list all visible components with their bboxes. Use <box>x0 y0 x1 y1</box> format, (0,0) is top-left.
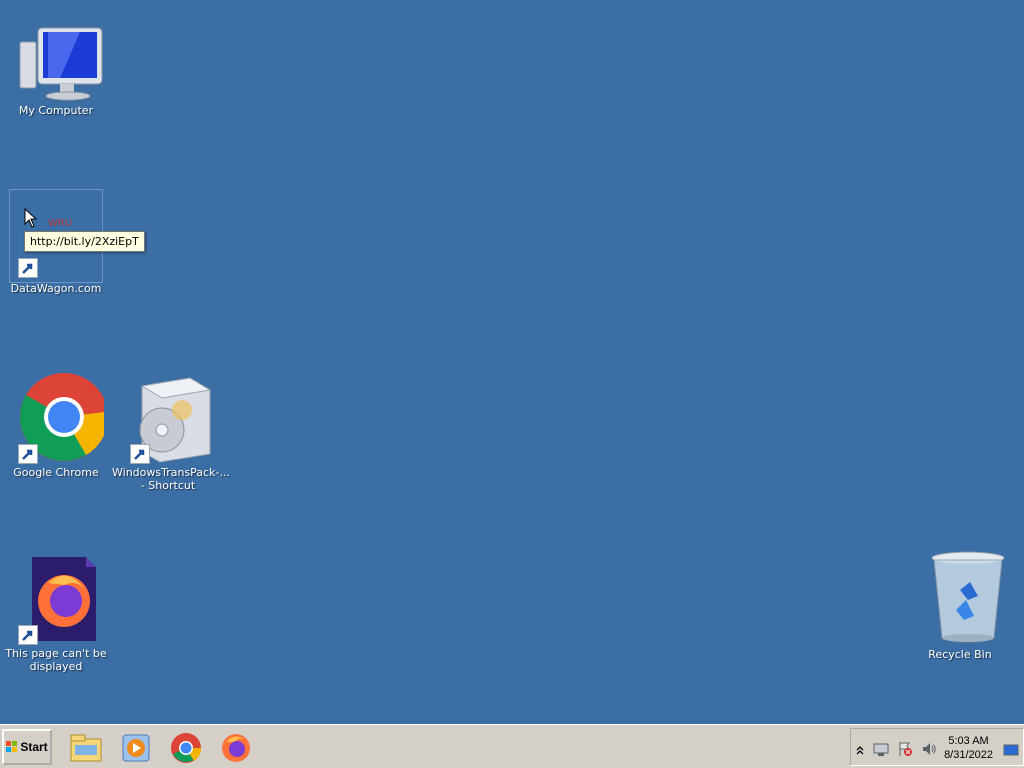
shortcut-arrow-icon <box>18 625 38 645</box>
icon-label-recycle-bin: Recycle Bin <box>928 648 992 661</box>
taskbar-firefox-button[interactable] <box>216 729 256 767</box>
desktop[interactable]: My Computer WRU DataWagon.com Google Chr… <box>0 0 1024 724</box>
desktop-icon-windowstranspack[interactable]: WindowsTransPack-... - Shortcut <box>112 372 230 492</box>
desktop-icon-recycle-bin[interactable]: Recycle Bin <box>904 550 1016 661</box>
icon-label-windowstranspack: WindowsTransPack-... - Shortcut <box>112 466 230 492</box>
svg-text:WRU: WRU <box>48 218 72 229</box>
desktop-icon-firefox-page[interactable]: This page can't be displayed <box>0 555 112 673</box>
taskbar: Start 5:03 AM 8/31/2022 <box>0 724 1024 768</box>
volume-icon[interactable] <box>921 741 937 757</box>
desktop-icon-google-chrome[interactable]: Google Chrome <box>0 372 112 479</box>
taskbar-media-player-button[interactable] <box>116 729 156 767</box>
firefox-icon <box>222 734 250 762</box>
system-tray: 5:03 AM 8/31/2022 <box>850 728 1024 766</box>
taskbar-file-explorer-button[interactable] <box>66 729 106 767</box>
recycle-bin-icon <box>912 550 1008 646</box>
file-explorer-icon <box>70 734 102 762</box>
icon-label-google-chrome: Google Chrome <box>13 466 99 479</box>
icon-label-firefox-page: This page can't be displayed <box>5 647 107 673</box>
installer-box-icon <box>120 372 216 464</box>
action-center-flag-icon[interactable] <box>897 741 913 757</box>
clock-time: 5:03 AM <box>948 735 989 747</box>
chrome-icon <box>8 372 108 464</box>
clock-date: 8/31/2022 <box>944 749 993 761</box>
windows-logo-icon <box>6 741 18 753</box>
desktop-icon-my-computer[interactable]: My Computer <box>0 22 112 117</box>
chrome-icon <box>171 733 202 763</box>
media-player-icon <box>122 734 150 762</box>
show-desktop-icon[interactable] <box>1003 742 1019 758</box>
start-label: Start <box>20 740 48 754</box>
show-hidden-icons-chevron-icon[interactable] <box>855 741 871 757</box>
taskbar-clock[interactable]: 5:03 AM 8/31/2022 <box>944 734 993 762</box>
mouse-cursor-icon <box>24 208 38 228</box>
computer-icon <box>8 22 104 102</box>
shortcut-arrow-icon <box>18 444 38 464</box>
firefox-document-icon <box>8 555 104 645</box>
taskbar-chrome-button[interactable] <box>166 729 206 767</box>
network-icon[interactable] <box>873 741 889 757</box>
shortcut-arrow-icon <box>18 258 38 278</box>
icon-label-my-computer: My Computer <box>18 104 94 117</box>
icon-label-datawagon: DataWagon.com <box>10 282 102 295</box>
url-tooltip: http://bit.ly/2XziEpT <box>24 231 145 252</box>
start-button[interactable]: Start <box>2 729 52 765</box>
shortcut-arrow-icon <box>130 444 150 464</box>
